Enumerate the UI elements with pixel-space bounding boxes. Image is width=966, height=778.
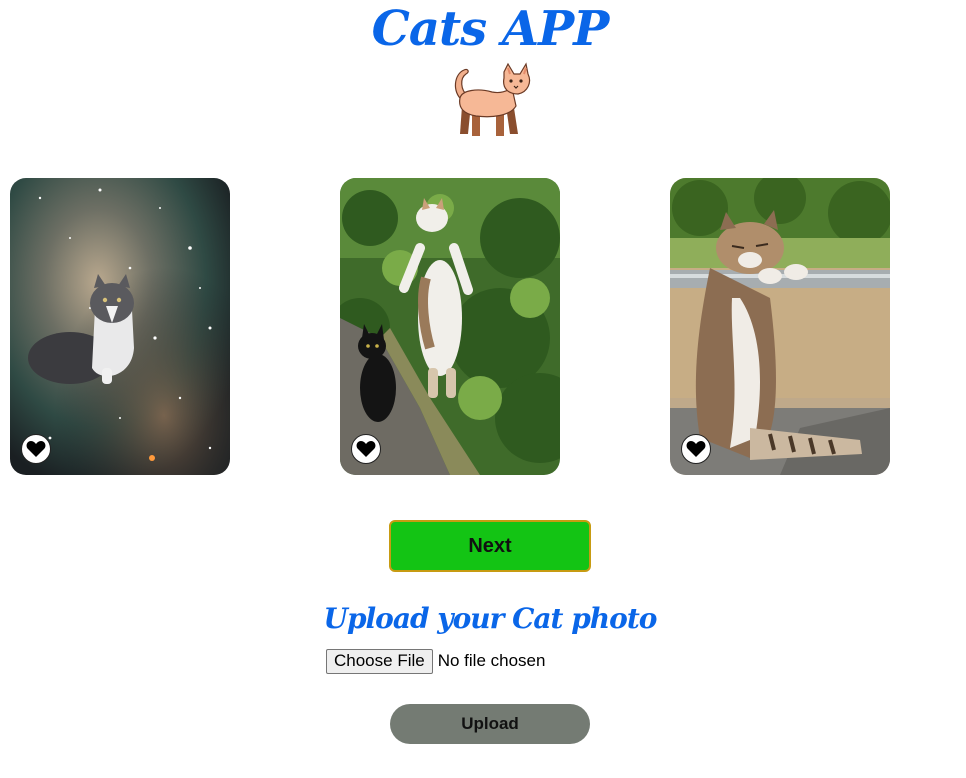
heart-icon (26, 441, 46, 457)
file-status-text: No file chosen (437, 651, 546, 670)
cat-in-space-photo (10, 178, 230, 475)
favorite-button[interactable] (21, 434, 51, 464)
cat-card (10, 178, 230, 475)
favorite-button[interactable] (681, 434, 711, 464)
favorite-button[interactable] (351, 434, 381, 464)
upload-heading: Upload your Cat photo (323, 602, 658, 635)
choose-file-button[interactable]: Choose File (326, 648, 433, 674)
next-button[interactable]: Next (389, 520, 591, 572)
upload-button[interactable]: Upload (390, 704, 590, 744)
heart-icon (686, 441, 706, 457)
file-input[interactable]: Choose File No file chosen (326, 648, 545, 674)
cat-leaning-on-rail-photo (670, 178, 890, 475)
app-title: Cats APP (371, 1, 610, 57)
cats-app-page: Cats APP Next Upload your Cat photo Choo… (0, 0, 966, 778)
cat-card (340, 178, 560, 475)
cat-standing-in-bushes-photo (340, 178, 560, 475)
cat-card (670, 178, 890, 475)
heart-icon (356, 441, 376, 457)
cat-emoji-icon (454, 62, 531, 136)
